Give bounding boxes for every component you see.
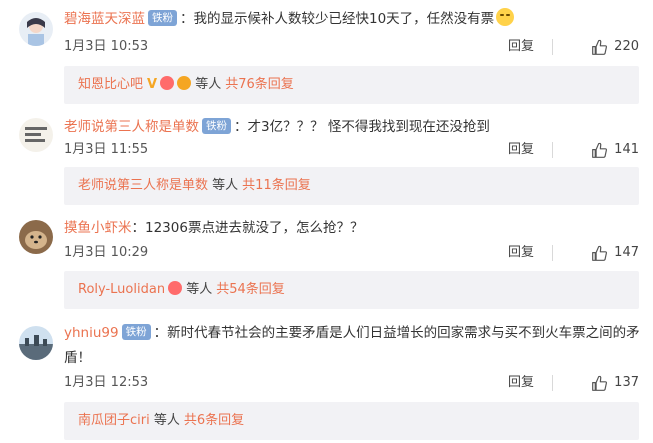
comment-text: 碧海蓝天深蓝 铁粉 ：我的显示候补人数较少已经快10天了，任然没有票 — [64, 6, 639, 32]
username[interactable]: 碧海蓝天深蓝 — [64, 11, 145, 27]
like-button[interactable]: 147 — [591, 242, 639, 264]
username[interactable]: yhniu99 — [64, 325, 119, 341]
divider — [552, 375, 553, 391]
avatar[interactable] — [19, 118, 53, 152]
comment-text: yhniu99 铁粉 ：新时代春节社会的主要矛盾是人们日益增长的回家需求与买不到火车… — [64, 320, 640, 346]
thumbs-up-icon — [592, 142, 608, 158]
avatar[interactable] — [19, 220, 53, 254]
comment-body-line2: 盾！ — [64, 350, 91, 366]
reply-middle: 等人 — [186, 282, 213, 297]
divider — [552, 245, 553, 261]
thumbs-up-icon — [592, 39, 608, 55]
fan-badge: 铁粉 — [202, 118, 231, 134]
emoji-icon — [496, 8, 515, 26]
username[interactable]: 摸鱼小虾米 — [64, 220, 132, 236]
timestamp: 1月3日 11:55 — [64, 142, 149, 157]
comment-meta: 1月3日 11:55 回复 141 — [64, 139, 639, 161]
vip-icon: V — [147, 77, 158, 92]
fan-badge: 铁粉 — [121, 324, 151, 340]
like-button[interactable]: 141 — [591, 139, 639, 161]
like-button[interactable]: 220 — [591, 36, 639, 58]
reply-middle: 等人 — [153, 413, 180, 428]
comment-text-continued: 盾！ — [64, 345, 639, 371]
comment-body: ：我的显示候补人数较少已经快10天了，任然没有票 — [180, 11, 495, 27]
replies-preview[interactable]: 南瓜团子ciri 等人 共6条回复 — [64, 402, 639, 440]
like-count: 141 — [614, 142, 639, 157]
heart-icon — [160, 76, 175, 90]
comment-body: ：12306票点进去就没了，怎么抢？？ — [131, 220, 364, 236]
reply-button[interactable]: 回复 — [508, 242, 534, 264]
reply-username[interactable]: Roly-Luolidan — [78, 282, 165, 297]
timestamp: 1月3日 12:53 — [64, 375, 149, 390]
comment-meta: 1月3日 12:53 回复 137 — [64, 372, 639, 394]
fan-badge: 铁粉 — [148, 10, 177, 26]
reply-total[interactable]: 共54条回复 — [216, 282, 285, 297]
divider — [552, 142, 553, 158]
avatar[interactable] — [19, 12, 53, 46]
comment-body: ：新时代春节社会的主要矛盾是人们日益增长的回家需求与买不到火车票之间的矛 — [153, 325, 640, 341]
like-button[interactable]: 137 — [591, 372, 639, 394]
divider — [552, 39, 553, 55]
thumbs-up-icon — [592, 375, 608, 391]
comment-body: ：才3亿？？？ 怪不得我找到现在还没抢到 — [234, 119, 490, 135]
reply-total[interactable]: 共11条回复 — [242, 178, 311, 193]
like-count: 137 — [614, 375, 639, 390]
reply-username[interactable]: 老师说第三人称是单数 — [78, 178, 208, 193]
badge-icon — [177, 76, 192, 90]
reply-middle: 等人 — [195, 77, 222, 92]
reply-button[interactable]: 回复 — [508, 139, 534, 161]
reply-username[interactable]: 知恩比心吧 — [78, 77, 143, 92]
replies-preview[interactable]: 知恩比心吧 V 等人 共76条回复 — [64, 66, 639, 104]
like-count: 220 — [614, 39, 639, 54]
reply-button[interactable]: 回复 — [508, 36, 534, 58]
replies-preview[interactable]: Roly-Luolidan 等人 共54条回复 — [64, 271, 639, 309]
replies-preview[interactable]: 老师说第三人称是单数 等人 共11条回复 — [64, 167, 639, 205]
avatar[interactable] — [19, 326, 53, 360]
reply-username[interactable]: 南瓜团子ciri — [78, 413, 150, 428]
thumbs-up-icon — [592, 245, 608, 261]
like-count: 147 — [614, 245, 639, 260]
comment-meta: 1月3日 10:53 回复 220 — [64, 36, 639, 58]
reply-total[interactable]: 共76条回复 — [225, 77, 294, 92]
reply-middle: 等人 — [212, 178, 239, 193]
timestamp: 1月3日 10:53 — [64, 39, 149, 54]
comment-text: 摸鱼小虾米：12306票点进去就没了，怎么抢？？ — [64, 215, 639, 241]
comment-meta: 1月3日 10:29 回复 147 — [64, 242, 639, 264]
comment-text: 老师说第三人称是单数 铁粉 ：才3亿？？？ 怪不得我找到现在还没抢到 — [64, 114, 639, 140]
username[interactable]: 老师说第三人称是单数 — [64, 119, 199, 135]
timestamp: 1月3日 10:29 — [64, 245, 149, 260]
reply-total[interactable]: 共6条回复 — [184, 413, 244, 428]
reply-button[interactable]: 回复 — [508, 372, 534, 394]
heart-icon — [168, 281, 183, 295]
